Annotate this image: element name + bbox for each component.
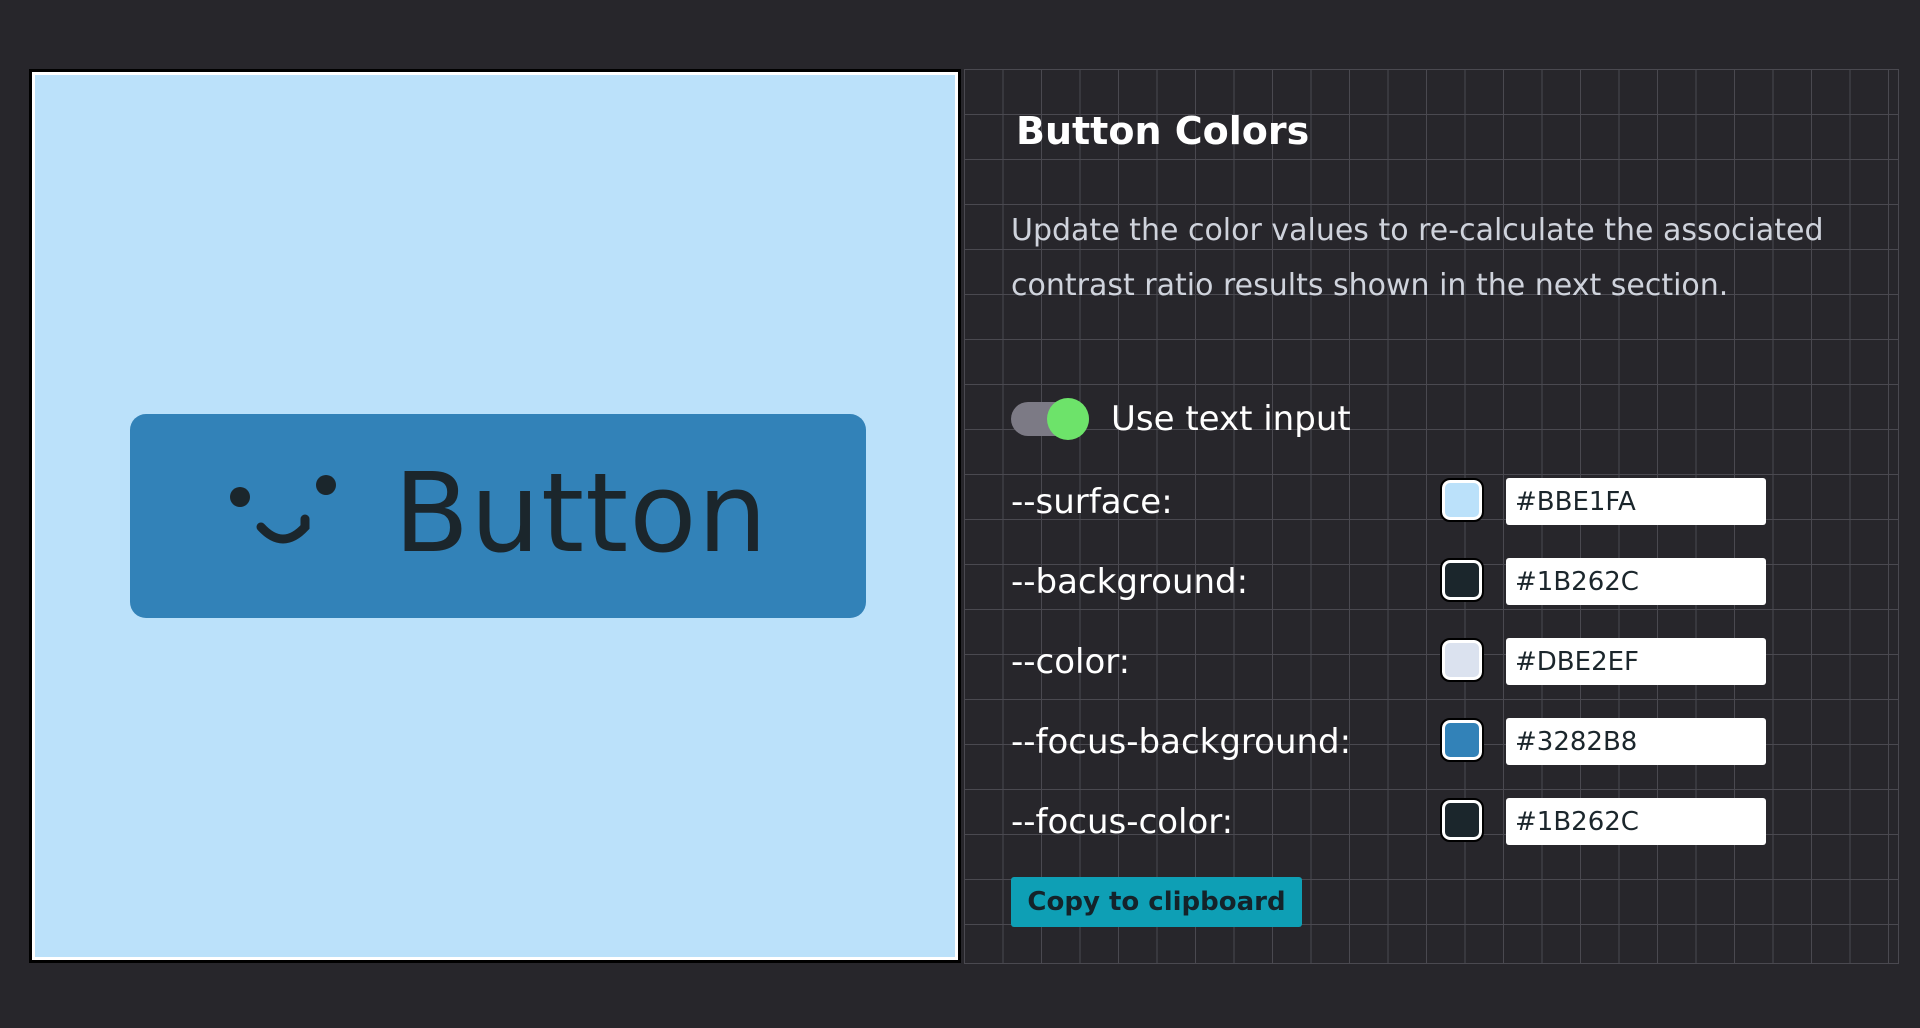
hex-input[interactable] [1506, 478, 1766, 525]
variable-row-background: --background: [1011, 558, 1771, 610]
smile-icon [229, 475, 336, 544]
text-input-toggle-row: Use text input [1011, 398, 1351, 440]
use-text-input-toggle[interactable] [1011, 398, 1089, 440]
panel-description: Update the color values to re-calculate … [1011, 213, 1824, 303]
variable-label: --surface: [1011, 482, 1173, 522]
hex-input[interactable] [1506, 718, 1766, 765]
toggle-label: Use text input [1111, 399, 1351, 439]
color-swatch[interactable] [1440, 798, 1484, 842]
app: Button Button Colors Update the color va… [0, 0, 1920, 1028]
preview-button[interactable]: Button [130, 414, 866, 618]
variable-row-surface: --surface: [1011, 478, 1771, 530]
copy-to-clipboard-button[interactable]: Copy to clipboard [1011, 877, 1302, 927]
variable-row-focus-color: --focus-color: [1011, 798, 1771, 850]
variable-label: --focus-color: [1011, 802, 1234, 842]
button-colors-panel: Button Colors Update the color values to… [964, 69, 1899, 964]
color-swatch[interactable] [1440, 718, 1484, 762]
color-swatch[interactable] [1440, 638, 1484, 682]
variable-row-color: --color: [1011, 638, 1771, 690]
button-preview-panel: Button [29, 69, 961, 963]
color-swatch[interactable] [1440, 478, 1484, 522]
preview-button-label: Button [393, 449, 769, 577]
panel-title: Button Colors [1016, 109, 1310, 153]
variable-label: --focus-background: [1011, 722, 1352, 762]
toggle-knob [1047, 398, 1089, 440]
color-swatch[interactable] [1440, 558, 1484, 602]
hex-input[interactable] [1506, 558, 1766, 605]
hex-input[interactable] [1506, 798, 1766, 845]
hex-input[interactable] [1506, 638, 1766, 685]
variable-label: --color: [1011, 642, 1131, 682]
variable-row-focus-background: --focus-background: [1011, 718, 1771, 770]
variable-label: --background: [1011, 562, 1249, 602]
